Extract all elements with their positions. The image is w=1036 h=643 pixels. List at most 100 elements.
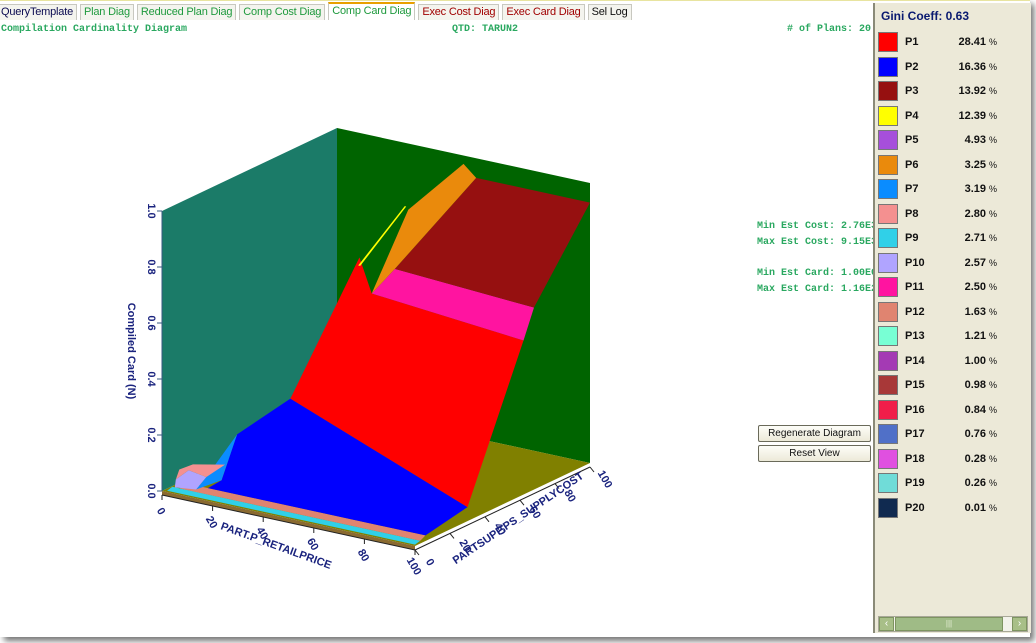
percent-sign: %: [989, 355, 998, 366]
plan-percentage: 0.84: [964, 403, 986, 416]
legend-item-p7: P7 3.19%: [878, 179, 1018, 201]
qtd-label: QTD: TARUN2: [452, 24, 519, 35]
diagram-title: Compilation Cardinality Diagram: [1, 24, 188, 35]
plan-percentage: 3.25: [964, 158, 986, 171]
y-tick-mark: [519, 499, 525, 506]
scroll-right-arrow-icon[interactable]: ›: [1012, 617, 1027, 631]
percent-sign: %: [989, 453, 998, 464]
x-tick-label: 80: [355, 547, 372, 564]
plan-percentage: 12.39: [958, 109, 986, 122]
plan-count: # of Plans: 20: [787, 24, 872, 35]
percent-sign: %: [989, 429, 998, 439]
x-tick-label: 20: [203, 514, 220, 531]
plan-name: P12: [905, 305, 925, 318]
plan-color-swatch: [878, 497, 898, 518]
tab-exec-cost-diag[interactable]: Exec Cost Diag: [418, 4, 500, 20]
plan-color-swatch: [878, 448, 898, 469]
z-tick-label: 0.0: [145, 483, 157, 498]
y-tick-mark: [589, 466, 595, 473]
legend-item-p8: P8 2.80%: [878, 203, 1018, 226]
plan-name: P3: [905, 85, 919, 97]
regenerate-diagram-button[interactable]: Regenerate Diagram: [758, 425, 871, 442]
plan-name: P18: [905, 452, 925, 465]
tab-bar: QueryTemplate Plan Diag Reduced Plan Diag C…: [0, 2, 635, 21]
plan-name: P2: [905, 60, 919, 73]
plan-name: P6: [905, 158, 919, 171]
percent-sign: %: [989, 86, 998, 96]
plan-percentage: 3.19: [964, 183, 986, 195]
z-tick-label: 0.6: [145, 315, 157, 330]
plan-name: P20: [905, 501, 925, 514]
percent-sign: %: [989, 110, 998, 121]
plan-percentage: 0.76: [964, 428, 986, 440]
plan-name: P8: [905, 207, 919, 220]
plan-color-swatch: [878, 277, 898, 297]
legend-item-p17: P17 0.76%: [878, 424, 1018, 446]
z-tick-label: 0.4: [145, 371, 157, 387]
plan-percentage: 1.21: [964, 330, 986, 342]
y-tick-mark: [449, 533, 455, 539]
plan-color-swatch: [878, 375, 898, 395]
plan-name: P16: [905, 403, 925, 416]
plan-percentage: 13.92: [958, 85, 986, 97]
y-tick-mark: [484, 516, 490, 523]
legend-item-p6: P6 3.25%: [878, 154, 1018, 177]
reset-view-button[interactable]: Reset View: [758, 445, 871, 462]
tab-comp-cost-diag[interactable]: Comp Cost Diag: [239, 4, 326, 20]
plan-name: P7: [905, 183, 919, 195]
plan-percentage: 1.63: [964, 305, 986, 318]
plan-color-swatch: [878, 179, 898, 199]
legend-item-p3: P3 13.92%: [878, 81, 1018, 103]
gini-coefficient: Gini Coeff: 0.63: [881, 9, 970, 23]
legend-item-p18: P18 0.28%: [878, 448, 1018, 471]
plan-color-swatch: [878, 154, 898, 175]
y-tick-label: 0: [423, 557, 436, 568]
percent-sign: %: [989, 184, 998, 194]
percent-sign: %: [989, 233, 998, 243]
scrollbar-thumb[interactable]: |||: [895, 617, 1003, 631]
scroll-left-arrow-icon[interactable]: ‹: [879, 617, 894, 631]
legend-item-p19: P19 0.26%: [878, 473, 1018, 495]
tab-querytemplate[interactable]: QueryTemplate: [0, 4, 77, 20]
x-tick-label: 0: [154, 506, 167, 517]
tab-exec-card-diag[interactable]: Exec Card Diag: [502, 4, 585, 20]
legend-item-p15: P15 0.98%: [878, 375, 1018, 397]
tab-reduced-plan-diag[interactable]: Reduced Plan Diag: [136, 4, 237, 20]
plan-percentage: 1.00: [964, 354, 986, 367]
z-tick-label: 0.2: [145, 427, 157, 442]
plan-percentage: 4.93: [964, 134, 986, 146]
plan-name: P13: [905, 330, 925, 342]
legend-item-p10: P10 2.57%: [878, 252, 1018, 275]
cardinality-3d-plot[interactable]: 0.00.20.40.60.81.0020406080100 0204060801…: [110, 96, 630, 596]
plan-name: P1: [905, 36, 919, 48]
plan-percentage: 0.01: [964, 501, 986, 514]
plan-color-swatch: [878, 228, 898, 248]
legend-horizontal-scrollbar[interactable]: ‹ ||| ›: [878, 616, 1028, 632]
percent-sign: %: [989, 331, 998, 341]
plan-name: P4: [905, 109, 919, 122]
plan-color-swatch: [878, 399, 898, 420]
legend-item-p16: P16 0.84%: [878, 399, 1018, 422]
max-est-card: Max Est Card: 1.16E2: [757, 284, 878, 295]
legend-item-p14: P14 1.00%: [878, 350, 1018, 373]
min-est-card: Min Est Card: 1.00E0: [757, 268, 878, 279]
app-window: QueryTemplate Plan Diag Reduced Plan Diag C…: [0, 0, 1031, 637]
percent-sign: %: [989, 37, 998, 47]
plan-color-swatch: [878, 203, 898, 224]
plan-name: P15: [905, 379, 925, 391]
plan-percentage: 2.50: [964, 281, 986, 293]
tab-comp-card-diag[interactable]: Comp Card Diag: [328, 2, 416, 20]
plan-percentage: 28.41: [958, 36, 986, 48]
plan-color-swatch: [878, 130, 898, 150]
plan-percentage: 16.36: [958, 60, 986, 73]
plan-color-swatch: [878, 350, 898, 371]
plan-percentage: 0.26: [964, 477, 986, 489]
plan-color-swatch: [878, 32, 898, 52]
tab-sel-log[interactable]: Sel Log: [587, 4, 632, 20]
plan-percentage: 2.57: [964, 256, 986, 269]
plan-percentage: 2.71: [964, 232, 986, 244]
tab-plan-diag[interactable]: Plan Diag: [80, 4, 134, 20]
plan-name: P19: [905, 477, 925, 489]
percent-sign: %: [989, 159, 998, 170]
plan-color-swatch: [878, 326, 898, 346]
